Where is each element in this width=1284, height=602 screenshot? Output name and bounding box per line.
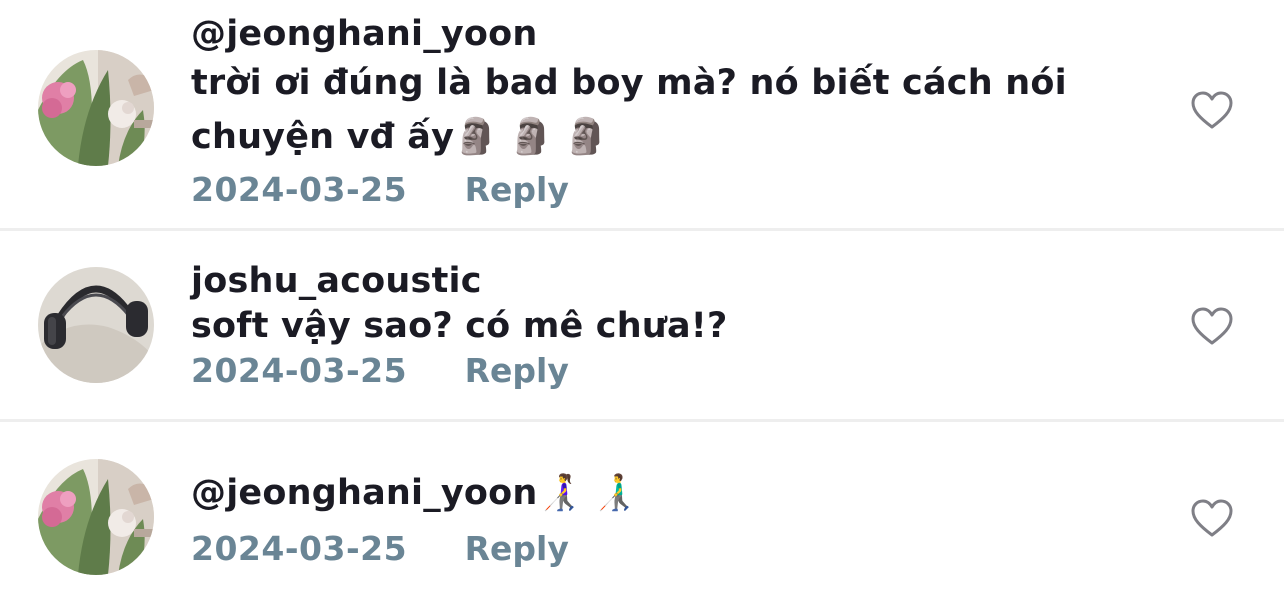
avatar[interactable] [38,267,154,383]
comment-item: @jeonghani_yoon👩‍🦯 👨‍🦯 2024-03-25 Reply [0,423,1284,602]
person-with-cane-emoji: 👩‍🦯 👨‍🦯 [537,473,637,513]
comment-body: @jeonghani_yoon trời ơi đúng là bad boy … [191,12,1104,210]
comment-thread: @jeonghani_yoon trời ơi đúng là bad boy … [0,0,1284,602]
reply-button[interactable]: Reply [465,351,569,391]
reply-button[interactable]: Reply [465,529,569,569]
avatar[interactable] [38,50,154,166]
comment-meta: 2024-03-25 Reply [191,529,1104,569]
comment-item: @jeonghani_yoon trời ơi đúng là bad boy … [0,0,1284,228]
comment-username[interactable]: @jeonghani_yoon [191,473,538,513]
comment-username[interactable]: @jeonghani_yoon [191,12,1104,56]
comment-date: 2024-03-25 [191,529,408,568]
comment-username[interactable]: joshu_acoustic [191,259,1104,303]
divider [0,419,1284,422]
comment-item: joshu_acoustic soft vậy sao? có mê chưa!… [0,232,1284,420]
avatar[interactable] [38,459,154,575]
comment-body: @jeonghani_yoon👩‍🦯 👨‍🦯 2024-03-25 Reply [191,471,1104,569]
comment-text: trời ơi đúng là bad boy mà? nó biết cách… [191,56,1104,164]
flower-bouquet-avatar [38,459,154,575]
flower-bouquet-avatar [38,50,154,166]
comment-body: joshu_acoustic soft vậy sao? có mê chưa!… [191,259,1104,391]
moai-emoji: 🗿 🗿 🗿 [454,117,609,157]
headphones-avatar [38,267,154,383]
comment-text-content: trời ơi đúng là bad boy mà? nó biết cách… [191,63,1067,157]
heart-outline-icon[interactable] [1190,498,1234,538]
comment-meta: 2024-03-25 Reply [191,170,1104,210]
comment-date: 2024-03-25 [191,351,408,390]
divider [0,228,1284,231]
comment-date: 2024-03-25 [191,170,408,209]
comment-meta: 2024-03-25 Reply [191,351,1104,391]
heart-outline-icon[interactable] [1190,306,1234,346]
reply-button[interactable]: Reply [465,170,569,210]
comment-username-line: @jeonghani_yoon👩‍🦯 👨‍🦯 [191,471,1104,515]
comment-text: soft vậy sao? có mê chưa!? [191,306,728,346]
heart-outline-icon[interactable] [1190,90,1234,130]
